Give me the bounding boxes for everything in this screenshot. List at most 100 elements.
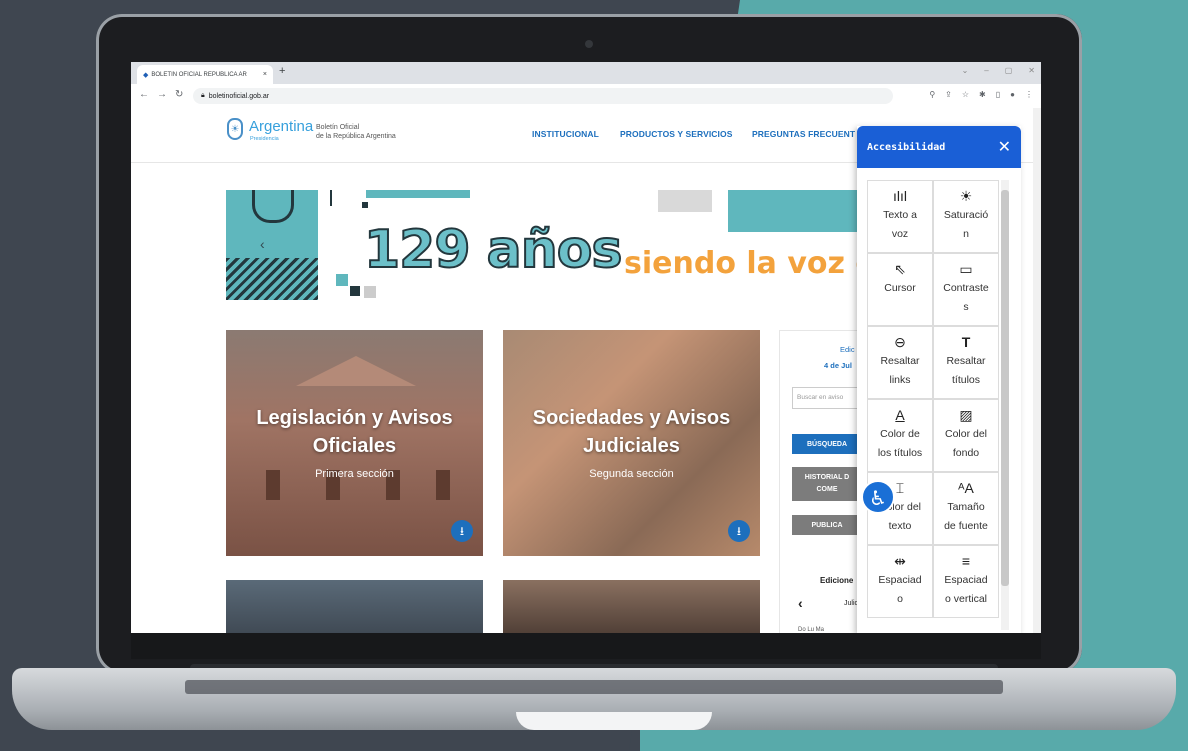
- acc-font-size[interactable]: ᴬA Tamaño de fuente: [933, 472, 999, 545]
- accessibility-header: Accesibilidad ✕: [857, 126, 1021, 168]
- title-icon: T: [961, 334, 971, 350]
- acc-highlight-titles[interactable]: T Resaltar títulos: [933, 326, 999, 399]
- sun-icon: ☀: [959, 188, 973, 204]
- close-window-button[interactable]: ✕: [1028, 66, 1035, 75]
- editions-label: Edicione: [820, 576, 854, 585]
- acc-label: de fuente: [944, 520, 988, 532]
- acc-highlight-links[interactable]: ⊖ Resaltar links: [867, 326, 933, 399]
- accessibility-toggle-icon[interactable]: ♿︎: [861, 480, 895, 514]
- browser-tab[interactable]: ◆ BOLETIN OFICIAL REPUBLICA AR ×: [137, 65, 273, 84]
- search-input[interactable]: Buscar en aviso: [792, 387, 862, 409]
- acc-background-color[interactable]: ▨ Color del fondo: [933, 399, 999, 472]
- acc-label: links: [889, 374, 911, 386]
- tab-close-icon[interactable]: ×: [263, 71, 267, 78]
- acc-text-to-speech[interactable]: ılıl Texto a voz: [867, 180, 933, 253]
- card-subtitle: Primera sección: [315, 468, 394, 480]
- acc-label: voz: [891, 228, 909, 240]
- banner-decor: [336, 274, 348, 286]
- browser-toolbar-icons: ⚲ ⇪ ☆ ✱ ▯ ● ⋮: [929, 90, 1033, 99]
- share-icon[interactable]: ⇪: [945, 90, 952, 99]
- card-title-line2: Oficiales: [312, 435, 397, 457]
- acc-cursor[interactable]: ⇖ Cursor: [867, 253, 933, 326]
- page-scrollbar[interactable]: [1033, 108, 1041, 633]
- panel-scroll-thumb[interactable]: [1001, 190, 1009, 586]
- profile-icon[interactable]: ●: [1010, 90, 1015, 99]
- webcam: [585, 40, 593, 48]
- acc-saturation[interactable]: ☀ Saturació n: [933, 180, 999, 253]
- download-icon[interactable]: ⭳: [728, 520, 750, 542]
- url-field[interactable]: 🔒︎ boletinoficial.gob.ar: [193, 88, 893, 104]
- banner-decor: [366, 190, 470, 198]
- font-size-icon: ᴬA: [958, 480, 974, 496]
- nav-preguntas[interactable]: PREGUNTAS FRECUENT: [752, 129, 855, 139]
- history-button[interactable]: HISTORIAL D COME: [792, 467, 862, 501]
- laptop-notch: [516, 712, 712, 730]
- card-cuarta-seccion[interactable]: [503, 580, 760, 633]
- extensions-icon[interactable]: ✱: [979, 90, 986, 99]
- new-tab-button[interactable]: +: [279, 65, 285, 77]
- acc-label: los títulos: [877, 447, 923, 459]
- window-controls: ⌄ – ▢ ✕: [962, 66, 1035, 75]
- image-icon: ▨: [959, 407, 973, 423]
- search-button[interactable]: BÚSQUEDA: [792, 434, 862, 454]
- nav-productos[interactable]: PRODUCTOS Y SERVICIOS: [620, 129, 732, 139]
- banner-number: 129 años: [363, 219, 623, 281]
- back-icon[interactable]: ←: [139, 89, 149, 100]
- nav-institucional[interactable]: INSTITUCIONAL: [532, 129, 599, 139]
- menorah-graphic: [252, 190, 294, 223]
- banner-decor: [364, 286, 376, 298]
- banner-tagline: siendo la voz of: [624, 246, 858, 281]
- card-title-line1: Sociedades y Avisos: [532, 407, 731, 429]
- acc-vertical-spacing[interactable]: ≡ Espaciad o vertical: [933, 545, 999, 618]
- acc-label: Tamaño: [947, 501, 985, 513]
- acc-contrast[interactable]: ▭ Contraste s: [933, 253, 999, 326]
- bookmark-star-icon[interactable]: ☆: [962, 90, 969, 99]
- edition-sidebar: Edic 4 de Jul Buscar en aviso BÚSQUEDA H…: [779, 330, 862, 633]
- forward-icon[interactable]: →: [157, 89, 167, 100]
- acc-label: Texto a: [883, 209, 917, 221]
- carousel-prev-icon[interactable]: ‹: [260, 236, 265, 252]
- anniversary-banner[interactable]: ‹ 129 años siendo la voz of: [226, 190, 858, 300]
- text-color-icon: A: [895, 407, 905, 423]
- link-icon: ⊖: [894, 334, 906, 350]
- acc-label: Resaltar: [946, 355, 986, 367]
- org-name-line2: de la República Argentina: [316, 133, 396, 140]
- history-label-line2: COME: [816, 486, 838, 493]
- publish-button[interactable]: PUBLICA: [792, 515, 862, 535]
- sidebar-icon[interactable]: ▯: [996, 90, 1000, 99]
- menu-icon[interactable]: ⋮: [1025, 90, 1033, 99]
- banner-decor: [658, 190, 712, 212]
- history-label-line1: HISTORIAL D: [804, 474, 850, 481]
- card-title-line2: Judiciales: [583, 435, 680, 457]
- reload-icon[interactable]: ↻: [175, 89, 183, 100]
- download-icon[interactable]: ⭳: [451, 520, 473, 542]
- address-bar: ← → ↻ 🔒︎ boletinoficial.gob.ar ⚲ ⇪ ☆ ✱ ▯…: [131, 84, 1041, 109]
- card-subtitle: Segunda sección: [589, 468, 674, 480]
- banner-decor: [330, 190, 332, 206]
- tab-title: BOLETIN OFICIAL REPUBLICA AR: [151, 71, 247, 78]
- chevron-left-icon[interactable]: ‹: [798, 595, 803, 611]
- horizontal-spacing-icon: ⇹: [894, 553, 906, 569]
- card-primera-seccion[interactable]: Legislación y Avisos Oficiales Primera s…: [226, 330, 483, 556]
- zoom-icon[interactable]: ⚲: [929, 90, 935, 99]
- card-title: Sociedades y Avisos Judiciales: [503, 404, 760, 460]
- logo-text[interactable]: Argentina: [249, 118, 313, 135]
- acc-horizontal-spacing[interactable]: ⇹ Espaciad o: [867, 545, 933, 618]
- close-icon[interactable]: ✕: [998, 137, 1011, 157]
- banner-decor: [728, 190, 858, 232]
- edition-date: 4 de Jul: [824, 361, 852, 370]
- acc-label: Espaciad: [944, 574, 988, 586]
- browser-screen: ◆ BOLETIN OFICIAL REPUBLICA AR × + ⌄ – ▢…: [131, 62, 1041, 633]
- logo-subtitle: Presidencia: [250, 136, 279, 142]
- maximize-button[interactable]: ▢: [1005, 66, 1013, 75]
- minimize-button[interactable]: –: [984, 66, 988, 75]
- tab-search-icon[interactable]: ⌄: [962, 66, 969, 75]
- card-segunda-seccion[interactable]: Sociedades y Avisos Judiciales Segunda s…: [503, 330, 760, 556]
- argentina-shield-icon: ☀︎: [227, 118, 243, 140]
- card-tercera-seccion[interactable]: [226, 580, 483, 633]
- acc-label: s: [963, 301, 969, 313]
- monitor-icon: ▭: [959, 261, 973, 277]
- acc-title-color[interactable]: A Color de los títulos: [867, 399, 933, 472]
- cursor-icon: ⇖: [894, 261, 906, 277]
- banner-decor: [362, 202, 368, 208]
